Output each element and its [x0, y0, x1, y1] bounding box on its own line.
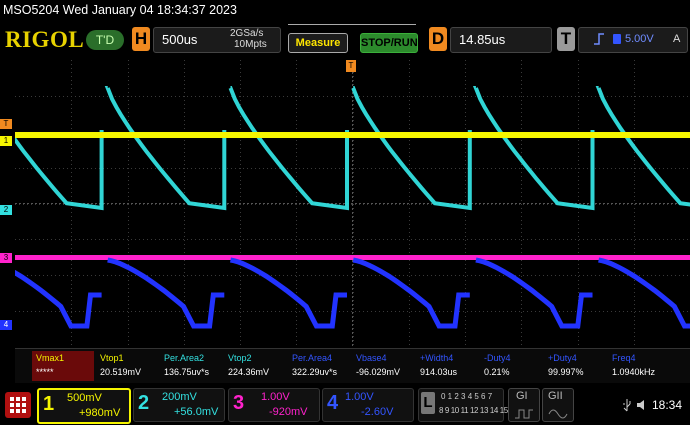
logic-analyzer-box[interactable]: L 0 1 2 3 4 5 6 7 8 9 10 11 12 13 14 15 [418, 388, 508, 422]
channel-2-number: 2 [138, 392, 150, 414]
channel-1-box[interactable]: 1 500mV +980mV [37, 388, 131, 424]
stop-run-button[interactable]: STOP/RUN [360, 33, 418, 53]
channel-1-number: 1 [43, 393, 55, 415]
trigger-panel[interactable]: 5.00V A [578, 27, 688, 53]
logic-digits-row2: 8 9 10 11 12 13 14 15 [439, 406, 508, 415]
square-wave-icon [514, 406, 534, 424]
speaker-icon[interactable] [636, 398, 648, 416]
trigger-mode: A [673, 33, 681, 45]
channel-4-number: 4 [327, 392, 339, 414]
measurement-label: -Duty4 [484, 353, 511, 363]
sine-wave-icon [548, 406, 568, 424]
delay-icon[interactable]: D [429, 27, 447, 51]
window-title: MSO5204 Wed January 04 18:34:37 2023 [3, 3, 237, 17]
sample-rate: 2GSa/s [230, 28, 264, 39]
channel-1-offset: +980mV [79, 407, 121, 419]
waveform-display[interactable]: T [0, 60, 690, 347]
measurement-item[interactable]: -Duty4 0.21% [480, 351, 542, 381]
channel-3-number: 3 [233, 392, 245, 414]
measurement-label: +Width4 [420, 353, 454, 363]
channel-3-offset: -920mV [269, 406, 308, 418]
measurement-item[interactable]: Vtop1 20.519mV [96, 351, 158, 381]
menu-grid-icon[interactable] [5, 392, 31, 418]
measurement-label: Vtop1 [100, 353, 124, 363]
ch1-trace [15, 132, 690, 138]
ch3-trace [15, 255, 690, 260]
generator-1-button[interactable]: GI [508, 388, 540, 422]
measurement-label: +Duty4 [548, 353, 577, 363]
channel-3-box[interactable]: 3 1.00V -920mV [228, 388, 320, 422]
rising-edge-icon [593, 32, 605, 51]
usb-icon [622, 398, 632, 417]
horizontal-icon[interactable]: H [132, 27, 150, 51]
trigger-icon[interactable]: T [557, 27, 575, 51]
measurement-label: Vmax1 [36, 353, 65, 363]
ch4-marker[interactable]: 4 [0, 320, 12, 330]
measurement-label: Vtop2 [228, 353, 252, 363]
measurement-item[interactable]: Vmax1 ***** [32, 351, 94, 381]
measurement-value: 322.29uv*s [292, 367, 338, 377]
memory-indicator [288, 24, 416, 33]
logic-digits-row1: 0 1 2 3 4 5 6 7 [441, 392, 493, 401]
channel-2-scale: 200mV [162, 391, 197, 403]
channel-4-scale: 1.00V [345, 391, 374, 403]
top-toolbar: RIGOL T'D H 500us 2GSa/s 10Mpts Measure … [0, 24, 690, 58]
measurement-value: -96.029mV [356, 367, 401, 377]
ch1-marker[interactable]: 1 [0, 136, 12, 146]
measurement-item[interactable]: +Width4 914.03us [416, 351, 478, 381]
measurement-label: Per.Area2 [164, 353, 205, 363]
generator-2-label: GII [548, 390, 563, 402]
measurement-value: 136.75uv*s [164, 367, 210, 377]
ch3-marker[interactable]: 3 [0, 253, 12, 263]
measurement-bar: Vmax1 ***** Vtop1 20.519mV Per.Area2 136.75uv… [15, 348, 690, 383]
channel-4-offset: -2.60V [361, 406, 394, 418]
clock-time: 18:34 [652, 398, 683, 412]
measurement-value: 914.03us [420, 367, 458, 377]
title-bar: MSO5204 Wed January 04 18:34:37 2023 [0, 0, 690, 22]
ch1-trigger-level-marker[interactable]: T [0, 119, 12, 129]
channel-2-box[interactable]: 2 200mV +56.0mV [133, 388, 225, 422]
measurement-label: Per.Area4 [292, 353, 333, 363]
measurement-item[interactable]: Vtop2 224.36mV [224, 351, 286, 381]
horizontal-panel[interactable]: 500us 2GSa/s 10Mpts [153, 27, 281, 53]
trigger-source-icon [613, 34, 621, 44]
measurement-value: 1.0940kHz [612, 367, 656, 377]
measurement-value: 20.519mV [100, 367, 142, 377]
memory-depth: 10Mpts [234, 39, 267, 50]
measurement-item[interactable]: Per.Area2 136.75uv*s [160, 351, 222, 381]
delay-panel[interactable]: 14.85us [450, 27, 552, 53]
delay-value: 14.85us [459, 32, 506, 47]
generator-2-button[interactable]: GII [542, 388, 574, 422]
channel-2-offset: +56.0mV [174, 406, 219, 418]
trigger-status-badge[interactable]: T'D [86, 30, 124, 50]
measurement-label: Vbase4 [356, 353, 387, 363]
channel-1-scale: 500mV [67, 392, 102, 404]
measurement-item[interactable]: +Duty4 99.997% [544, 351, 606, 381]
measurement-value: ***** [36, 367, 54, 377]
trigger-level: 5.00V [625, 33, 654, 45]
ch2-marker[interactable]: 2 [0, 205, 12, 215]
measurement-label: Freq4 [612, 353, 636, 363]
channel-3-scale: 1.00V [261, 391, 290, 403]
channel-bar: 1 500mV +980mV 2 200mV +56.0mV 3 1.00V -… [0, 384, 690, 425]
waveform-graticule [0, 60, 690, 347]
rigol-logo: RIGOL [5, 27, 85, 52]
channel-4-box[interactable]: 4 1.00V -2.60V [322, 388, 414, 422]
trigger-position-marker[interactable]: T [346, 60, 356, 72]
measurement-value: 0.21% [484, 367, 510, 377]
measurement-item[interactable]: Freq4 1.0940kHz [608, 351, 670, 381]
measurement-value: 224.36mV [228, 367, 270, 377]
generator-1-label: GI [516, 390, 528, 402]
measure-button[interactable]: Measure [288, 33, 348, 53]
measurement-item[interactable]: Vbase4 -96.029mV [352, 351, 414, 381]
measurement-item[interactable]: Per.Area4 322.29uv*s [288, 351, 350, 381]
logic-letter: L [421, 392, 435, 414]
measurement-value: 99.997% [548, 367, 584, 377]
timebase-value: 500us [162, 32, 198, 47]
